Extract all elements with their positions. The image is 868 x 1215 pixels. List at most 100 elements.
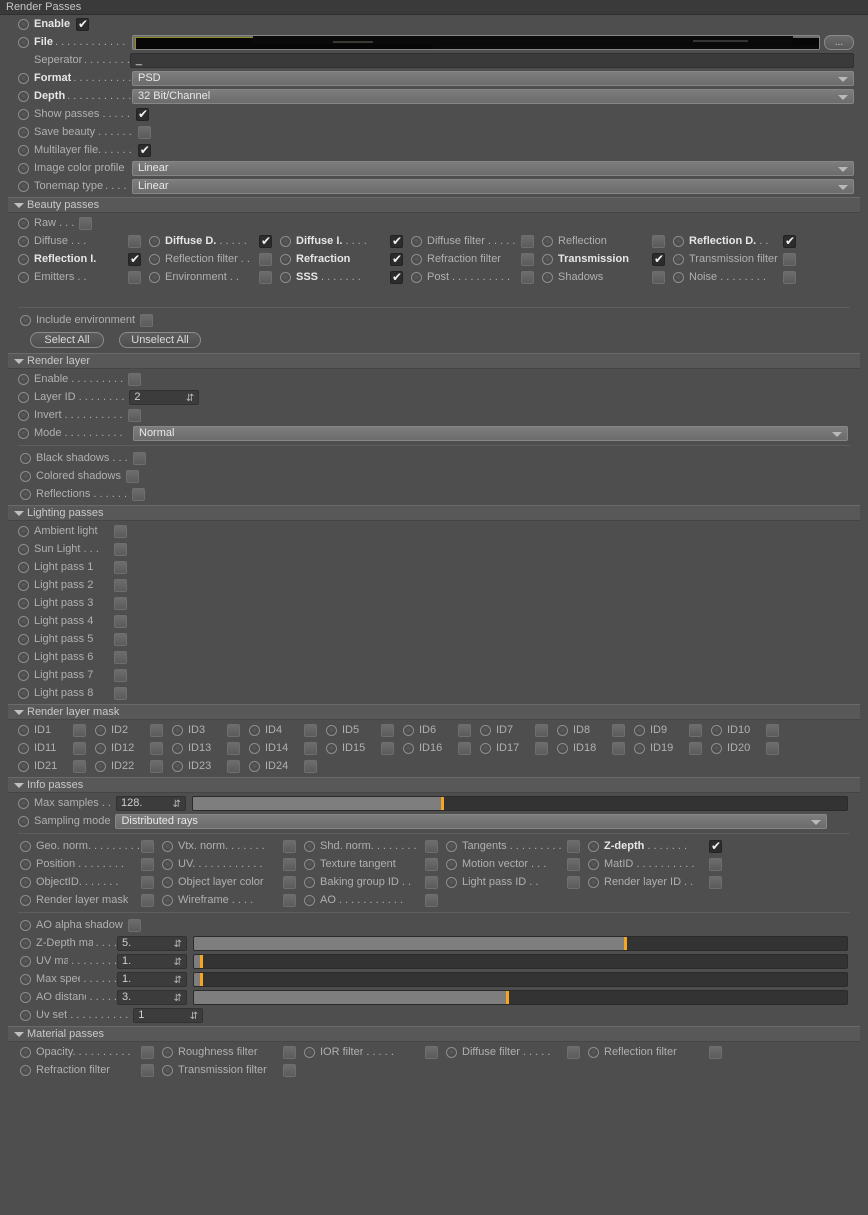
animate-dot-icon[interactable]: [411, 271, 422, 283]
mask-id16-row[interactable]: ID16: [403, 739, 480, 757]
light-pass-5-row[interactable]: Light pass 5: [8, 630, 860, 648]
animate-dot-icon[interactable]: [18, 18, 29, 30]
sampling-mode-row[interactable]: Sampling mode Distributed rays: [8, 812, 860, 830]
motion-vector-row[interactable]: Motion vector. . .: [446, 855, 588, 873]
animate-dot-icon[interactable]: [20, 314, 31, 326]
light-pass-3-checkbox[interactable]: [114, 596, 127, 610]
animate-dot-icon[interactable]: [542, 235, 553, 247]
uv-row[interactable]: UV.. . . . . . . . . . .: [162, 855, 304, 873]
animate-dot-icon[interactable]: [588, 858, 599, 870]
diffuse-i-checkbox[interactable]: [390, 234, 403, 248]
ao-checkbox[interactable]: [425, 893, 438, 907]
object-layer-color-row[interactable]: Object layer color: [162, 873, 304, 891]
animate-dot-icon[interactable]: [20, 452, 31, 464]
mask-id6-checkbox[interactable]: [458, 723, 471, 737]
mask-id19-row[interactable]: ID19: [634, 739, 711, 757]
matid-checkbox[interactable]: [709, 857, 722, 871]
diffuse-d-row[interactable]: Diffuse D.. . . . .: [149, 232, 280, 250]
slider-handle[interactable]: [440, 796, 444, 810]
rl-invert-checkbox[interactable]: [127, 408, 141, 422]
animate-dot-icon[interactable]: [304, 840, 315, 852]
image-color-profile-dropdown[interactable]: Linear: [132, 160, 854, 176]
mask-id19-checkbox[interactable]: [689, 741, 702, 755]
reflection-i-checkbox[interactable]: [128, 252, 141, 266]
reflection-d-row[interactable]: Reflection D.. .: [673, 232, 804, 250]
animate-dot-icon[interactable]: [280, 235, 291, 247]
objectid-checkbox[interactable]: [141, 875, 154, 889]
mask-id14-checkbox[interactable]: [304, 741, 317, 755]
raw-checkbox[interactable]: [79, 216, 93, 230]
mask-id3-checkbox[interactable]: [227, 723, 240, 737]
post-row[interactable]: Post. . . . . . . . . .: [411, 268, 542, 286]
position-row[interactable]: Position. . . . . . . .: [20, 855, 162, 873]
multilayer-file-row[interactable]: Multilayer file. . . . . .: [8, 141, 860, 159]
section-header-lighting-passes[interactable]: Lighting passes: [8, 505, 860, 521]
animate-dot-icon[interactable]: [18, 72, 29, 84]
animate-dot-icon[interactable]: [18, 427, 29, 439]
render-layer-mask-row[interactable]: Render layer mask: [20, 891, 162, 909]
diffuse-row[interactable]: Diffuse. . .: [18, 232, 149, 250]
shd-norm-checkbox[interactable]: [425, 839, 438, 853]
mask-id18-row[interactable]: ID18: [557, 739, 634, 757]
mask-id5-checkbox[interactable]: [381, 723, 394, 737]
enable-row[interactable]: Enable: [8, 15, 860, 33]
sss-checkbox[interactable]: [390, 270, 403, 284]
animate-dot-icon[interactable]: [18, 633, 29, 645]
light-pass-8-checkbox[interactable]: [114, 686, 127, 700]
section-header-material-passes[interactable]: Material passes: [8, 1026, 860, 1042]
diffuse-d-checkbox[interactable]: [259, 234, 272, 248]
animate-dot-icon[interactable]: [280, 271, 291, 283]
ior-filter-mat-row[interactable]: IOR filter. . . . .: [304, 1043, 446, 1061]
max-samples-slider[interactable]: [191, 795, 848, 811]
animate-dot-icon[interactable]: [20, 973, 31, 985]
reflection-filter-mat-checkbox[interactable]: [709, 1045, 722, 1059]
diffuse-checkbox[interactable]: [128, 234, 141, 248]
animate-dot-icon[interactable]: [162, 858, 173, 870]
emitters-row[interactable]: Emitters. .: [18, 268, 149, 286]
reflection-filter-row[interactable]: Reflection filter. .: [149, 250, 280, 268]
ao-distance-slider[interactable]: [193, 989, 848, 1005]
animate-dot-icon[interactable]: [149, 271, 160, 283]
rl-reflections-checkbox[interactable]: [132, 487, 146, 501]
mask-id15-checkbox[interactable]: [381, 741, 394, 755]
max-speed-stepper[interactable]: 1.: [117, 971, 187, 988]
mask-id13-row[interactable]: ID13: [172, 739, 249, 757]
animate-dot-icon[interactable]: [172, 742, 183, 754]
animate-dot-icon[interactable]: [18, 144, 29, 156]
animate-dot-icon[interactable]: [20, 919, 31, 931]
shadows-checkbox[interactable]: [652, 270, 665, 284]
animate-dot-icon[interactable]: [18, 615, 29, 627]
rl-mode-row[interactable]: Mode . . . . . . . . . . Normal: [8, 424, 860, 442]
animate-dot-icon[interactable]: [634, 724, 645, 736]
animate-dot-icon[interactable]: [20, 955, 31, 967]
rl-colored-shadows-checkbox[interactable]: [126, 469, 139, 483]
tonemap-type-row[interactable]: Tonemap type . . . . Linear: [8, 177, 860, 195]
animate-dot-icon[interactable]: [446, 876, 457, 888]
ao-alpha-shadow-checkbox[interactable]: [127, 918, 141, 932]
mask-id1-checkbox[interactable]: [73, 723, 86, 737]
slider-handle[interactable]: [199, 954, 203, 968]
light-pass-4-checkbox[interactable]: [114, 614, 127, 628]
transmission-checkbox[interactable]: [652, 252, 665, 266]
rl-enable-row[interactable]: Enable . . . . . . . . .: [8, 370, 860, 388]
roughness-filter-mat-checkbox[interactable]: [283, 1045, 296, 1059]
animate-dot-icon[interactable]: [18, 180, 29, 192]
mask-id20-checkbox[interactable]: [766, 741, 779, 755]
rl-layer-id-stepper[interactable]: 2: [129, 389, 200, 406]
mask-id20-row[interactable]: ID20: [711, 739, 788, 757]
animate-dot-icon[interactable]: [446, 858, 457, 870]
animate-dot-icon[interactable]: [18, 742, 29, 754]
rl-invert-row[interactable]: Invert . . . . . . . . . .: [8, 406, 860, 424]
animate-dot-icon[interactable]: [172, 724, 183, 736]
mask-id5-row[interactable]: ID5: [326, 721, 403, 739]
rl-layer-id-row[interactable]: Layer ID . . . . . . . . 2: [8, 388, 860, 406]
animate-dot-icon[interactable]: [162, 894, 173, 906]
animate-dot-icon[interactable]: [411, 235, 422, 247]
rl-reflections-row[interactable]: Reflections . . . . . .: [8, 485, 860, 503]
mask-id22-checkbox[interactable]: [150, 759, 163, 773]
texture-tangent-checkbox[interactable]: [425, 857, 438, 871]
save-beauty-row[interactable]: Save beauty . . . . . .: [8, 123, 860, 141]
uv-max-slider[interactable]: [193, 953, 848, 969]
animate-dot-icon[interactable]: [20, 937, 31, 949]
uv-max-row[interactable]: UV max. . . . . . . .1.: [8, 952, 860, 970]
